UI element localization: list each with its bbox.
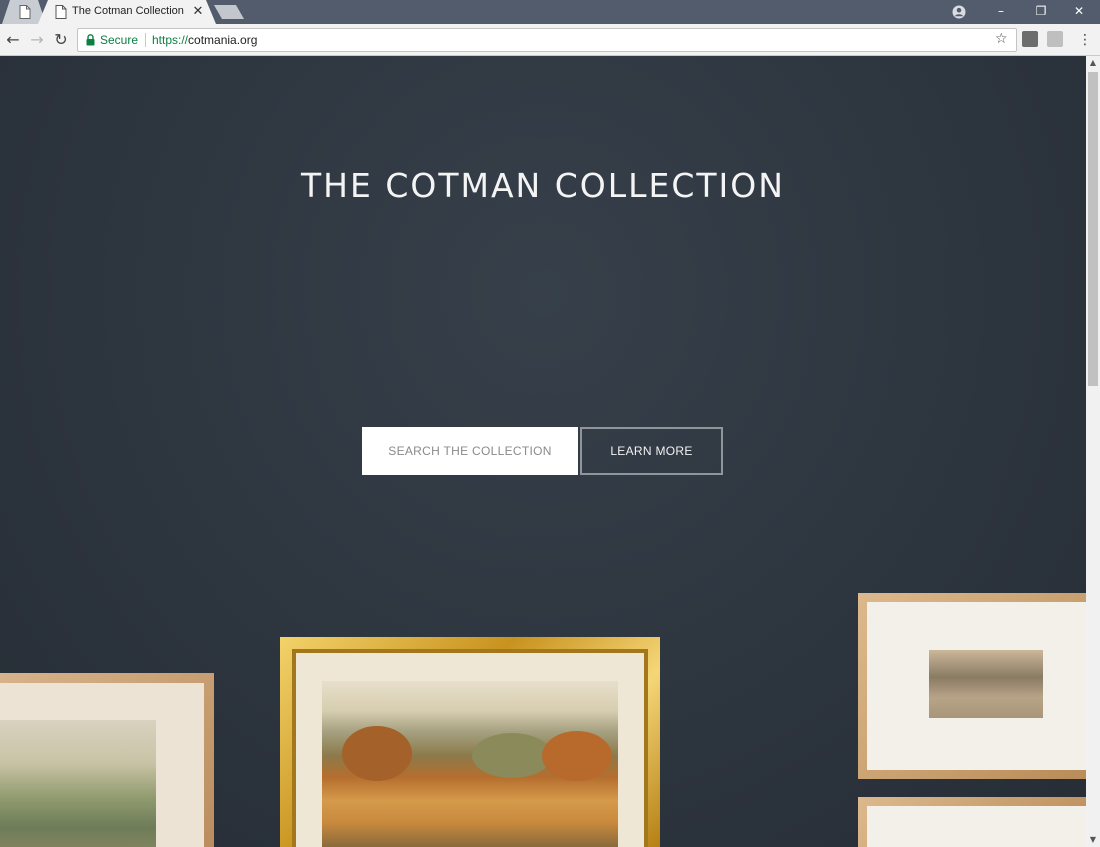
page-scrollbar[interactable]: ▲ ▼ [1086, 56, 1100, 847]
framed-painting-right [858, 593, 1086, 779]
url-scheme: https:// [152, 33, 189, 47]
framed-painting-left [0, 673, 214, 847]
painting-tree [342, 726, 412, 781]
scroll-thumb[interactable] [1088, 72, 1098, 386]
star-icon[interactable]: ☆ [995, 31, 1011, 47]
scroll-down-arrow-icon[interactable]: ▼ [1086, 833, 1100, 847]
hero-title: THE COTMAN COLLECTION [301, 166, 785, 205]
learn-more-button[interactable]: LEARN MORE [580, 427, 723, 475]
secure-label: Secure [100, 33, 139, 47]
painting-tree [472, 733, 552, 778]
tab-active[interactable]: The Cotman Collection | ✕ [38, 0, 216, 24]
maximize-button[interactable]: ❐ [1026, 0, 1056, 24]
profile-icon[interactable] [952, 5, 966, 19]
search-collection-button[interactable]: SEARCH THE COLLECTION [362, 427, 578, 475]
page-icon [55, 5, 67, 19]
new-tab-shape [214, 5, 244, 19]
framed-painting-gold [280, 637, 660, 847]
url-host: cotmania.org [188, 33, 258, 47]
painting-tree [542, 731, 612, 781]
page-viewport: THE COTMAN COLLECTION SEARCH THE COLLECT… [0, 56, 1086, 847]
url-text[interactable]: https://cotmania.org [152, 33, 257, 47]
extension-icon[interactable] [1022, 31, 1038, 47]
reload-button[interactable]: ↻ [51, 30, 71, 50]
minimize-button[interactable]: – [986, 0, 1016, 24]
back-button[interactable]: ← [3, 30, 23, 50]
forward-button[interactable]: → [27, 30, 47, 50]
landscape-painting [0, 720, 156, 847]
page-icon [19, 5, 31, 19]
tab-close-icon[interactable]: ✕ [191, 5, 205, 19]
browser-titlebar: The Cotman Collection | ✕ – ❐ ✕ [0, 0, 1100, 24]
scroll-up-arrow-icon[interactable]: ▲ [1086, 56, 1100, 70]
tab-title: The Cotman Collection | [72, 5, 184, 17]
menu-icon[interactable]: ⋮ [1078, 30, 1092, 50]
painting-mat [867, 806, 1086, 847]
pdf-extension-icon[interactable] [1047, 31, 1063, 47]
browser-toolbar: ← → ↻ Secure https://cotmania.org ☆ ⋮ [0, 24, 1100, 56]
address-divider [145, 33, 146, 47]
framed-painting-right-lower [858, 797, 1086, 847]
new-tab-button[interactable] [214, 0, 244, 24]
close-window-button[interactable]: ✕ [1064, 0, 1094, 24]
sepia-sketch [929, 650, 1043, 718]
lock-icon [86, 34, 95, 46]
harvest-painting [322, 681, 618, 847]
address-bar[interactable]: Secure https://cotmania.org ☆ [77, 28, 1017, 52]
